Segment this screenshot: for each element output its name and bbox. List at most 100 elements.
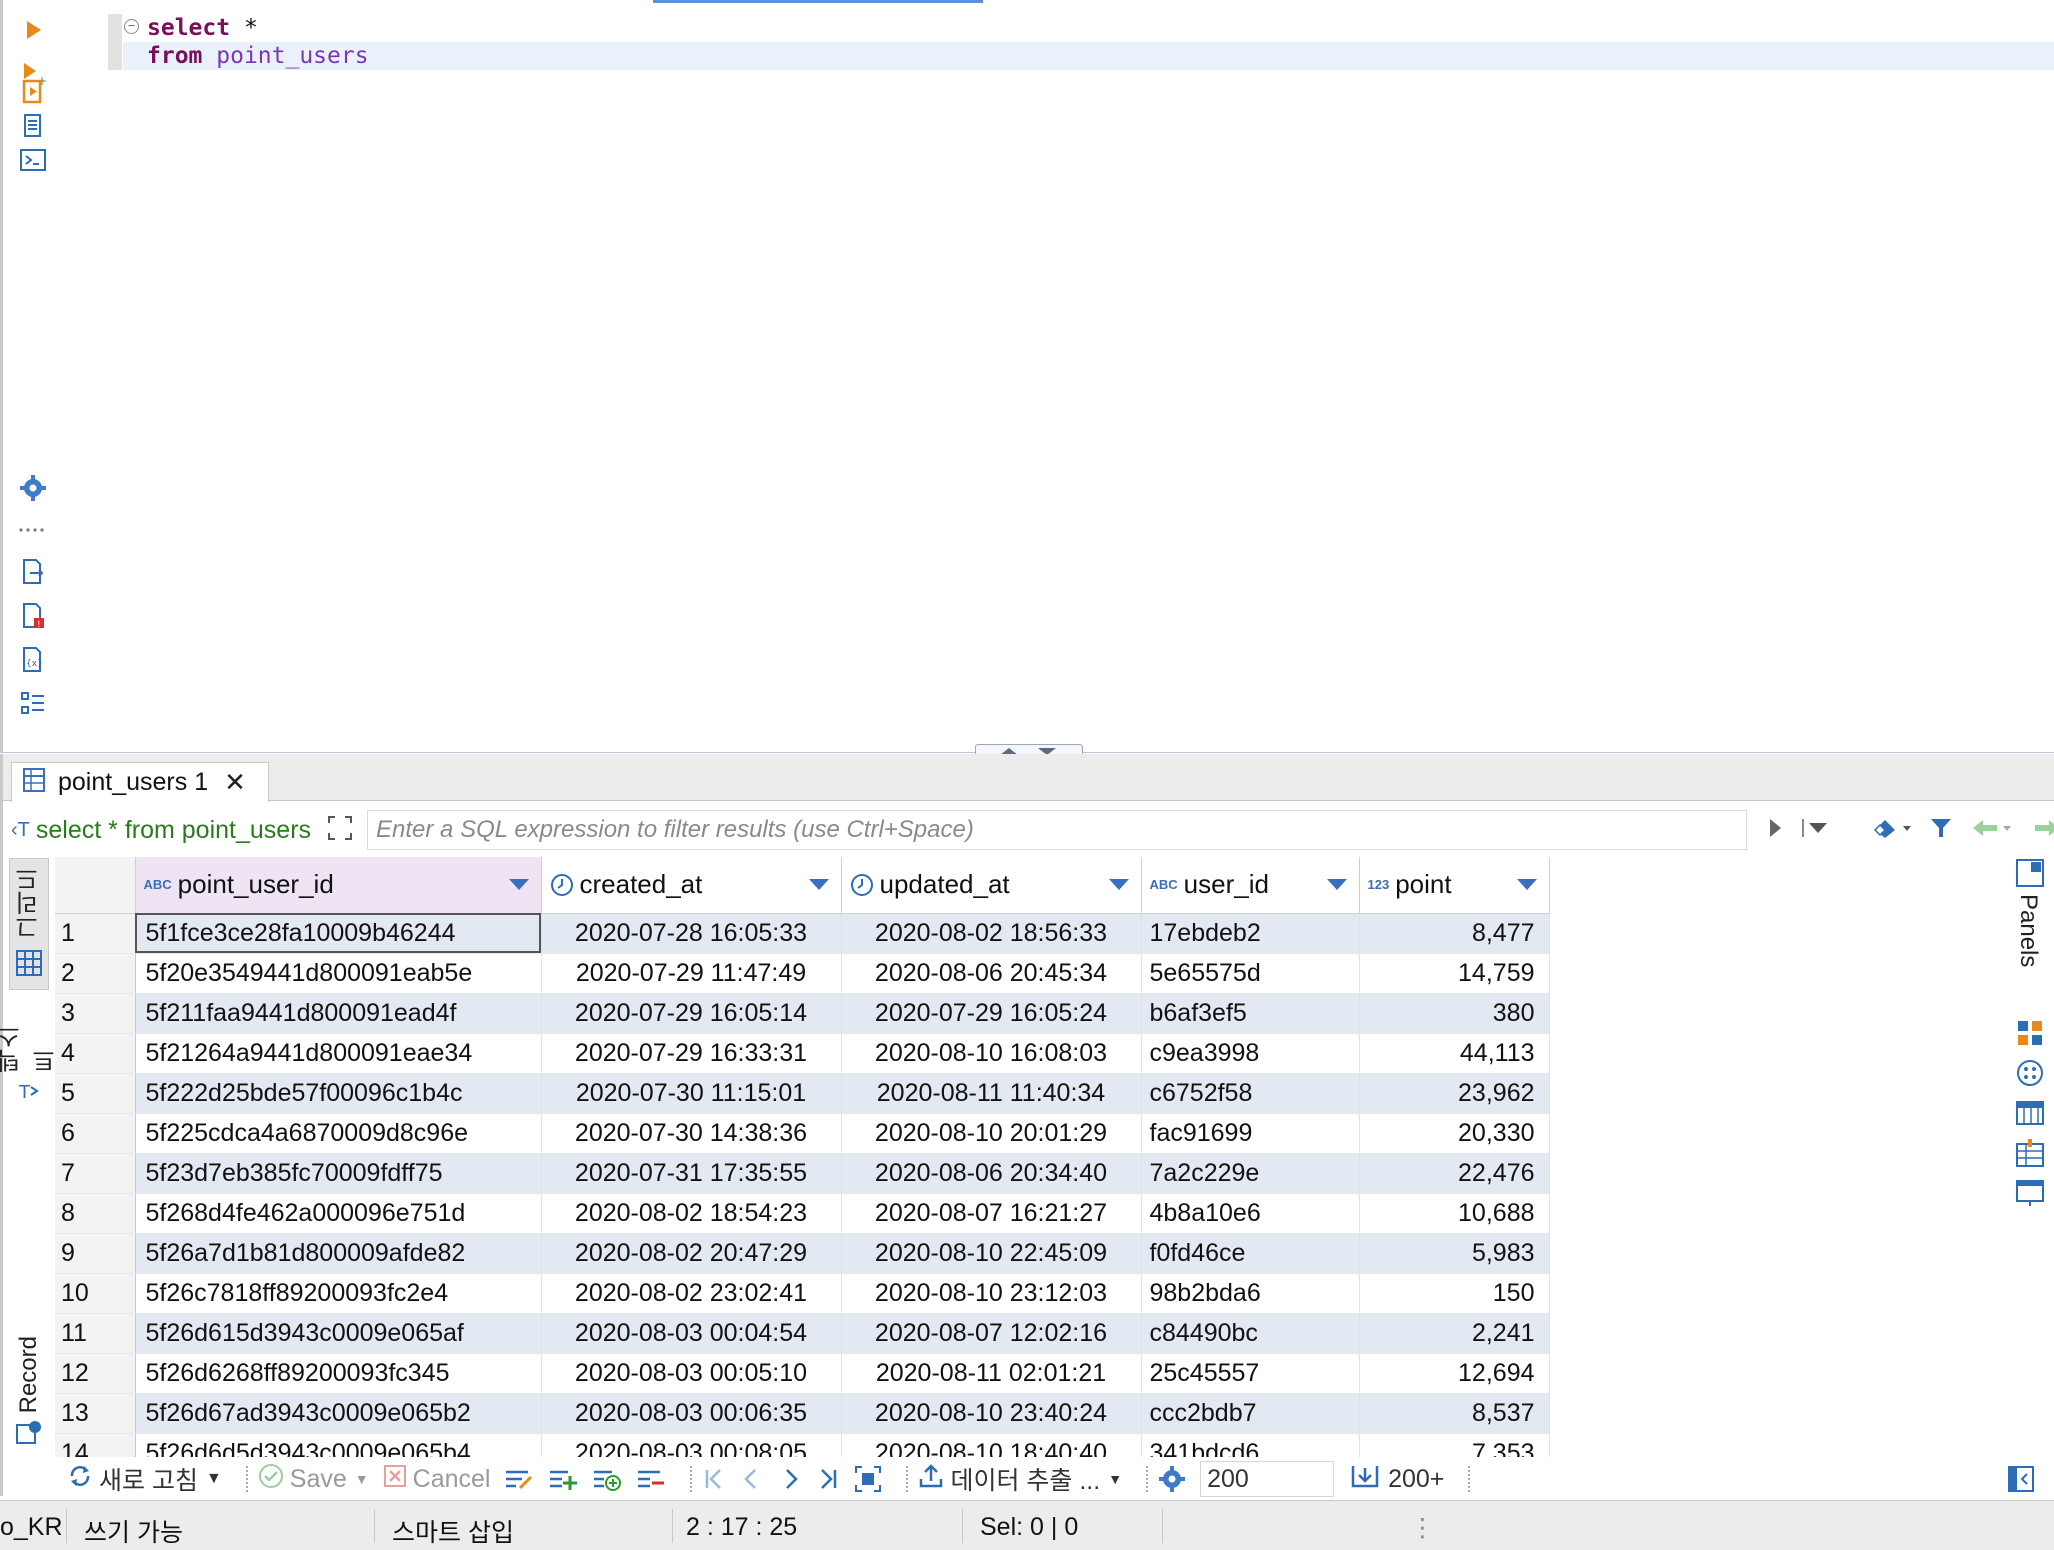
table-row[interactable]: 12 5f26d6268ff89200093fc345 2020-08-03 00:… <box>55 1353 1550 1394</box>
row-number-cell[interactable]: 6 <box>55 1113 136 1154</box>
tab-text[interactable]: 텍스트 T <box>0 1008 60 1108</box>
fold-toggle-icon[interactable]: − <box>124 19 139 34</box>
row-number-cell[interactable]: 8 <box>55 1193 136 1234</box>
code-line-1[interactable]: select * <box>147 14 258 42</box>
table-cell[interactable]: ccc2bdb7 <box>1141 1393 1360 1434</box>
table-cell[interactable]: 2020-08-02 18:56:33 <box>841 913 1142 954</box>
table-cell[interactable]: 2020-07-31 17:35:55 <box>541 1153 842 1194</box>
row-number-cell[interactable]: 5 <box>55 1073 136 1114</box>
sql-editor[interactable]: + ! {x} − select * from point_users <box>0 0 2054 752</box>
execute-script-icon[interactable] <box>17 76 49 108</box>
column-header-point[interactable]: 123 point <box>1359 857 1550 914</box>
table-row[interactable]: 7 5f23d7eb385fc70009fdff75 2020-07-31 17:3… <box>55 1153 1550 1194</box>
table-cell[interactable]: 2020-07-30 11:15:01 <box>541 1073 842 1114</box>
column-header-user-id[interactable]: ABC user_id <box>1141 857 1360 914</box>
table-cell[interactable]: 2020-08-10 23:12:03 <box>841 1273 1142 1314</box>
table-cell[interactable]: 7,353 <box>1359 1433 1550 1457</box>
table-cell[interactable]: 14,759 <box>1359 953 1550 994</box>
table-cell[interactable]: 17ebdeb2 <box>1141 913 1360 954</box>
navigate-forward-icon[interactable] <box>2033 818 2054 843</box>
edit-row-button[interactable] <box>504 1466 534 1492</box>
tab-point-users[interactable]: point_users 1 ✕ <box>11 762 269 802</box>
panels-toggle-icon[interactable] <box>2015 858 2045 888</box>
results-grid[interactable]: ABC point_user_id created_at updated_at A… <box>55 857 2007 1457</box>
table-cell[interactable]: c84490bc <box>1141 1313 1360 1354</box>
copy-row-button[interactable] <box>592 1466 622 1492</box>
export-data-button[interactable]: 데이터 추출 ... ▼ <box>918 1461 1122 1497</box>
table-cell[interactable]: 2020-07-29 16:05:24 <box>841 993 1142 1034</box>
add-row-button[interactable] <box>548 1466 578 1492</box>
table-cell[interactable]: 2020-08-10 16:08:03 <box>841 1033 1142 1074</box>
more-dots-icon[interactable] <box>17 514 49 546</box>
table-cell[interactable]: 12,694 <box>1359 1353 1550 1394</box>
settings-gear-icon[interactable] <box>17 472 49 504</box>
fetch-settings-gear-icon[interactable] <box>1158 1465 1186 1493</box>
cancel-button[interactable]: Cancel <box>383 1464 490 1495</box>
table-cell[interactable]: 2020-08-06 20:34:40 <box>841 1153 1142 1194</box>
filter-funnel-icon[interactable] <box>1929 816 1953 845</box>
active-query-link[interactable]: ‹T select * from point_users <box>11 816 311 845</box>
save-dropdown-icon[interactable]: ▼ <box>355 1471 369 1487</box>
table-cell[interactable]: 2020-08-02 18:54:23 <box>541 1193 842 1234</box>
row-number-cell[interactable]: 11 <box>55 1313 136 1354</box>
row-number-cell[interactable]: 10 <box>55 1273 136 1314</box>
column-header-point-user-id[interactable]: ABC point_user_id <box>135 857 542 914</box>
table-cell[interactable]: 380 <box>1359 993 1550 1034</box>
table-row[interactable]: 6 5f225cdca4a6870009d8c96e 2020-07-30 14:3… <box>55 1113 1550 1154</box>
table-row[interactable]: 8 5f268d4fe462a000096e751d 2020-08-02 18:5… <box>55 1193 1550 1234</box>
filter-expression-input[interactable]: Enter a SQL expression to filter results… <box>367 810 1748 850</box>
table-cell[interactable]: 5f21264a9441d800091eae34 <box>135 1033 542 1074</box>
table-cell[interactable]: 25c45557 <box>1141 1353 1360 1394</box>
table-cell[interactable]: 2020-08-02 23:02:41 <box>541 1273 842 1314</box>
panels-label[interactable]: Panels <box>2014 894 2042 967</box>
column-sort-arrow-icon[interactable] <box>1326 879 1347 890</box>
table-cell[interactable]: 150 <box>1359 1273 1550 1314</box>
table-cell[interactable]: 5f26d6268ff89200093fc345 <box>135 1353 542 1394</box>
column-sort-arrow-icon[interactable] <box>1516 879 1537 890</box>
variables-icon[interactable]: {x} <box>17 644 49 676</box>
grouping-icon[interactable] <box>2015 1138 2045 1168</box>
tab-record[interactable]: Record <box>9 1310 49 1450</box>
table-cell[interactable]: f0fd46ce <box>1141 1233 1360 1274</box>
row-number-cell[interactable]: 1 <box>55 913 136 954</box>
table-cell[interactable]: 5f225cdca4a6870009d8c96e <box>135 1113 542 1154</box>
export-dropdown-icon[interactable]: ▼ <box>1108 1471 1122 1487</box>
table-cell[interactable]: 7a2c229e <box>1141 1153 1360 1194</box>
navigate-back-icon[interactable] <box>1971 818 2015 843</box>
table-cell[interactable]: 2020-08-07 16:21:27 <box>841 1193 1142 1234</box>
table-cell[interactable]: 2020-08-03 00:04:54 <box>541 1313 842 1354</box>
row-number-cell[interactable]: 4 <box>55 1033 136 1074</box>
table-cell[interactable]: fac91699 <box>1141 1113 1360 1154</box>
previous-page-button[interactable] <box>740 1467 764 1491</box>
table-cell[interactable]: 2020-07-29 16:05:14 <box>541 993 842 1034</box>
table-row[interactable]: 10 5f26c7818ff89200093fc2e4 2020-08-02 23:… <box>55 1273 1550 1314</box>
row-number-cell[interactable]: 13 <box>55 1393 136 1434</box>
table-row[interactable]: 3 5f211faa9441d800091ead4f 2020-07-29 16:0… <box>55 993 1550 1034</box>
refresh-button[interactable]: 새로 고침 ▼ <box>67 1461 222 1497</box>
metadata-icon[interactable] <box>2015 1098 2045 1128</box>
table-cell[interactable]: 5f26c7818ff89200093fc2e4 <box>135 1273 542 1314</box>
row-number-cell[interactable]: 9 <box>55 1233 136 1274</box>
table-row[interactable]: 14 5f26d6d5d3943c0009e065b4 2020-08-03 00:… <box>55 1433 1550 1457</box>
code-line-2[interactable]: from point_users <box>147 42 369 70</box>
table-cell[interactable]: 10,688 <box>1359 1193 1550 1234</box>
table-cell[interactable]: 5e65575d <box>1141 953 1360 994</box>
refresh-dropdown-icon[interactable]: ▼ <box>206 1470 222 1488</box>
column-header-updated-at[interactable]: updated_at <box>841 857 1142 914</box>
table-cell[interactable]: 22,476 <box>1359 1153 1550 1194</box>
execute-statement-icon[interactable] <box>17 14 49 46</box>
aggregate-icon[interactable] <box>2015 1058 2045 1088</box>
table-cell[interactable]: 5f268d4fe462a000096e751d <box>135 1193 542 1234</box>
table-cell[interactable]: 5f1fce3ce28fa10009b46244 <box>135 913 542 954</box>
table-cell[interactable]: 8,537 <box>1359 1393 1550 1434</box>
row-number-cell[interactable]: 14 <box>55 1433 136 1457</box>
table-cell[interactable]: 5f23d7eb385fc70009fdff75 <box>135 1153 542 1194</box>
table-cell[interactable]: 2020-08-11 02:01:21 <box>841 1353 1142 1394</box>
filter-history-icon[interactable] <box>1801 817 1831 844</box>
first-page-button[interactable] <box>702 1467 726 1491</box>
clear-filter-icon[interactable] <box>1871 816 1912 845</box>
fetch-record-button[interactable] <box>854 1465 882 1493</box>
table-cell[interactable]: 2020-08-10 20:01:29 <box>841 1113 1142 1154</box>
table-cell[interactable]: 23,962 <box>1359 1073 1550 1114</box>
fetch-size-input[interactable]: 200 <box>1200 1461 1335 1497</box>
